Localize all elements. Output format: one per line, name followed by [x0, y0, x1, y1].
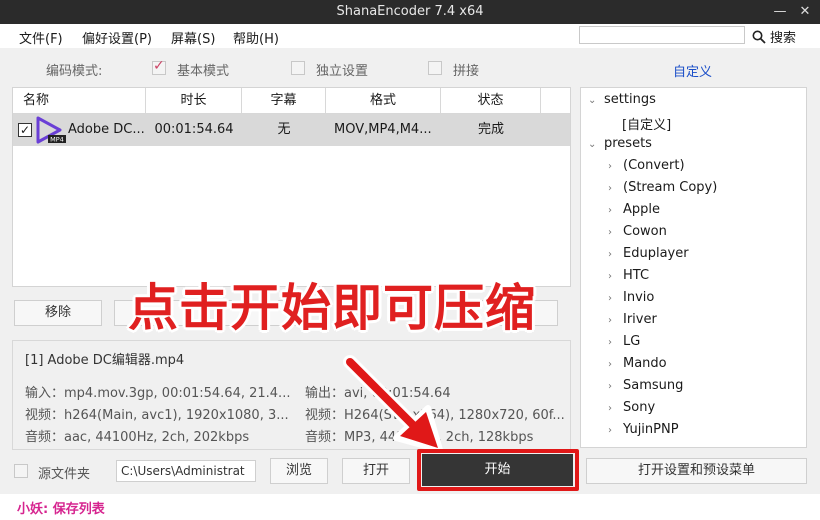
cell-subtitle: 无 [277, 122, 291, 137]
minimize-button[interactable]: — [770, 2, 790, 22]
cell-status: 完成 [477, 122, 504, 137]
tree-preset-item[interactable]: Mando [623, 356, 667, 371]
collapse-arrow-icon[interactable]: › [608, 227, 612, 238]
encoding-mode-label: 编码模式: [46, 64, 103, 79]
remove-button[interactable]: 移除 [14, 300, 102, 326]
highlight-frame [417, 449, 579, 491]
custom-link[interactable]: 自定义 [673, 61, 712, 80]
tree-preset-item[interactable]: Sony [623, 400, 655, 415]
info-audio-in: 音频：aac, 44100Hz, 2ch, 202kbps [25, 430, 250, 445]
expand-arrow-icon[interactable]: ⌄ [588, 139, 596, 150]
tree-node-settings[interactable]: settings [604, 92, 656, 107]
tree-preset-item[interactable]: (Stream Copy) [623, 180, 717, 195]
collapse-arrow-icon[interactable]: › [608, 205, 612, 216]
menu-preferences[interactable]: 偏好设置(P) [82, 28, 152, 47]
close-button[interactable]: ✕ [795, 2, 815, 22]
collapse-arrow-icon[interactable]: › [608, 381, 612, 392]
source-folder-label: 源文件夹 [38, 467, 91, 482]
column-format[interactable]: 格式 [326, 88, 441, 114]
tree-node-custom[interactable]: [自定义] [622, 114, 671, 133]
collapse-arrow-icon[interactable]: › [608, 293, 612, 304]
column-name[interactable]: 名称 [13, 88, 146, 114]
collapse-arrow-icon[interactable]: › [608, 425, 612, 436]
info-input: 输入：mp4.mov.3gp, 00:01:54.64, 21.4... [25, 386, 291, 401]
file-list[interactable]: 名称 时长 字幕 格式 状态 ✓ MP4 Adobe DC... 00:01:5… [12, 87, 571, 287]
basic-mode-checkbox[interactable] [152, 58, 166, 75]
open-button[interactable]: 打开 [342, 458, 410, 484]
menu-screen[interactable]: 屏幕(S) [171, 28, 215, 47]
collapse-arrow-icon[interactable]: › [608, 337, 612, 348]
list-header: 名称 时长 字幕 格式 状态 [13, 88, 570, 114]
column-subtitle[interactable]: 字幕 [242, 88, 326, 114]
tree-preset-item[interactable]: YujinPNP [623, 422, 679, 437]
column-duration[interactable]: 时长 [146, 88, 242, 114]
column-status[interactable]: 状态 [441, 88, 541, 114]
collapse-arrow-icon[interactable]: › [608, 359, 612, 370]
tree-preset-item[interactable]: HTC [623, 268, 649, 283]
tree-preset-item[interactable]: Iriver [623, 312, 657, 327]
basic-mode-label: 基本模式 [177, 64, 230, 79]
search-icon [752, 30, 766, 44]
video-file-icon: MP4 [36, 116, 66, 144]
search-button[interactable]: 搜索 [752, 27, 796, 46]
splice-label: 拼接 [453, 64, 480, 79]
tree-preset-item[interactable]: LG [623, 334, 640, 349]
collapse-arrow-icon[interactable]: › [608, 315, 612, 326]
open-settings-menu-button[interactable]: 打开设置和预设菜单 [586, 458, 807, 484]
preset-tree[interactable]: ⌄ settings [自定义] ⌄ presets › (Convert) ›… [580, 87, 807, 448]
cell-name: Adobe DC... [68, 122, 145, 137]
expand-arrow-icon[interactable]: ⌄ [588, 95, 596, 106]
collapse-arrow-icon[interactable]: › [608, 161, 612, 172]
collapse-arrow-icon[interactable]: › [608, 249, 612, 260]
status-text: 小妖: 保存列表 [17, 502, 105, 517]
output-path-input[interactable]: C:\Users\Administrat [116, 460, 256, 482]
independent-settings-checkbox[interactable] [291, 61, 305, 75]
file-type-badge: MP4 [50, 136, 64, 144]
window-title: ShanaEncoder 7.4 x64 [336, 4, 484, 19]
tree-preset-item[interactable]: Samsung [623, 378, 683, 393]
collapse-arrow-icon[interactable]: › [608, 271, 612, 282]
tree-preset-item[interactable]: Cowon [623, 224, 667, 239]
source-folder-checkbox[interactable] [14, 464, 28, 478]
collapse-arrow-icon[interactable]: › [608, 403, 612, 414]
tree-preset-item[interactable]: (Convert) [623, 158, 685, 173]
splice-checkbox[interactable] [428, 61, 442, 75]
cell-format: MOV,MP4,M4... [334, 122, 432, 137]
tree-node-presets[interactable]: presets [604, 136, 652, 151]
browse-button[interactable]: 浏览 [270, 458, 328, 484]
table-row[interactable]: ✓ MP4 Adobe DC... 00:01:54.64 无 MOV,MP4,… [13, 114, 570, 146]
cell-duration: 00:01:54.64 [154, 122, 234, 137]
search-input[interactable] [579, 26, 745, 44]
row-checkbox[interactable]: ✓ [18, 123, 32, 137]
status-bar: 小妖: 保存列表 [0, 494, 820, 520]
file-info-panel: [1] Adobe DC编辑器.mp4 输入：mp4.mov.3gp, 00:0… [12, 340, 571, 450]
title-bar: ShanaEncoder 7.4 x64 — ✕ [0, 0, 820, 24]
instruction-overlay: 点击开始即可压缩 [128, 279, 536, 337]
tree-preset-item[interactable]: Apple [623, 202, 660, 217]
tree-preset-item[interactable]: Eduplayer [623, 246, 689, 261]
menu-help[interactable]: 帮助(H) [233, 28, 279, 47]
info-video-in: 视频：h264(Main, avc1), 1920x1080, 3... [25, 408, 289, 423]
info-file-title: [1] Adobe DC编辑器.mp4 [25, 353, 185, 368]
tree-preset-item[interactable]: Invio [623, 290, 654, 305]
independent-settings-label: 独立设置 [316, 64, 369, 79]
pointer-arrow-icon [343, 355, 443, 453]
search-label: 搜索 [770, 31, 797, 46]
menu-file[interactable]: 文件(F) [19, 28, 63, 47]
collapse-arrow-icon[interactable]: › [608, 183, 612, 194]
